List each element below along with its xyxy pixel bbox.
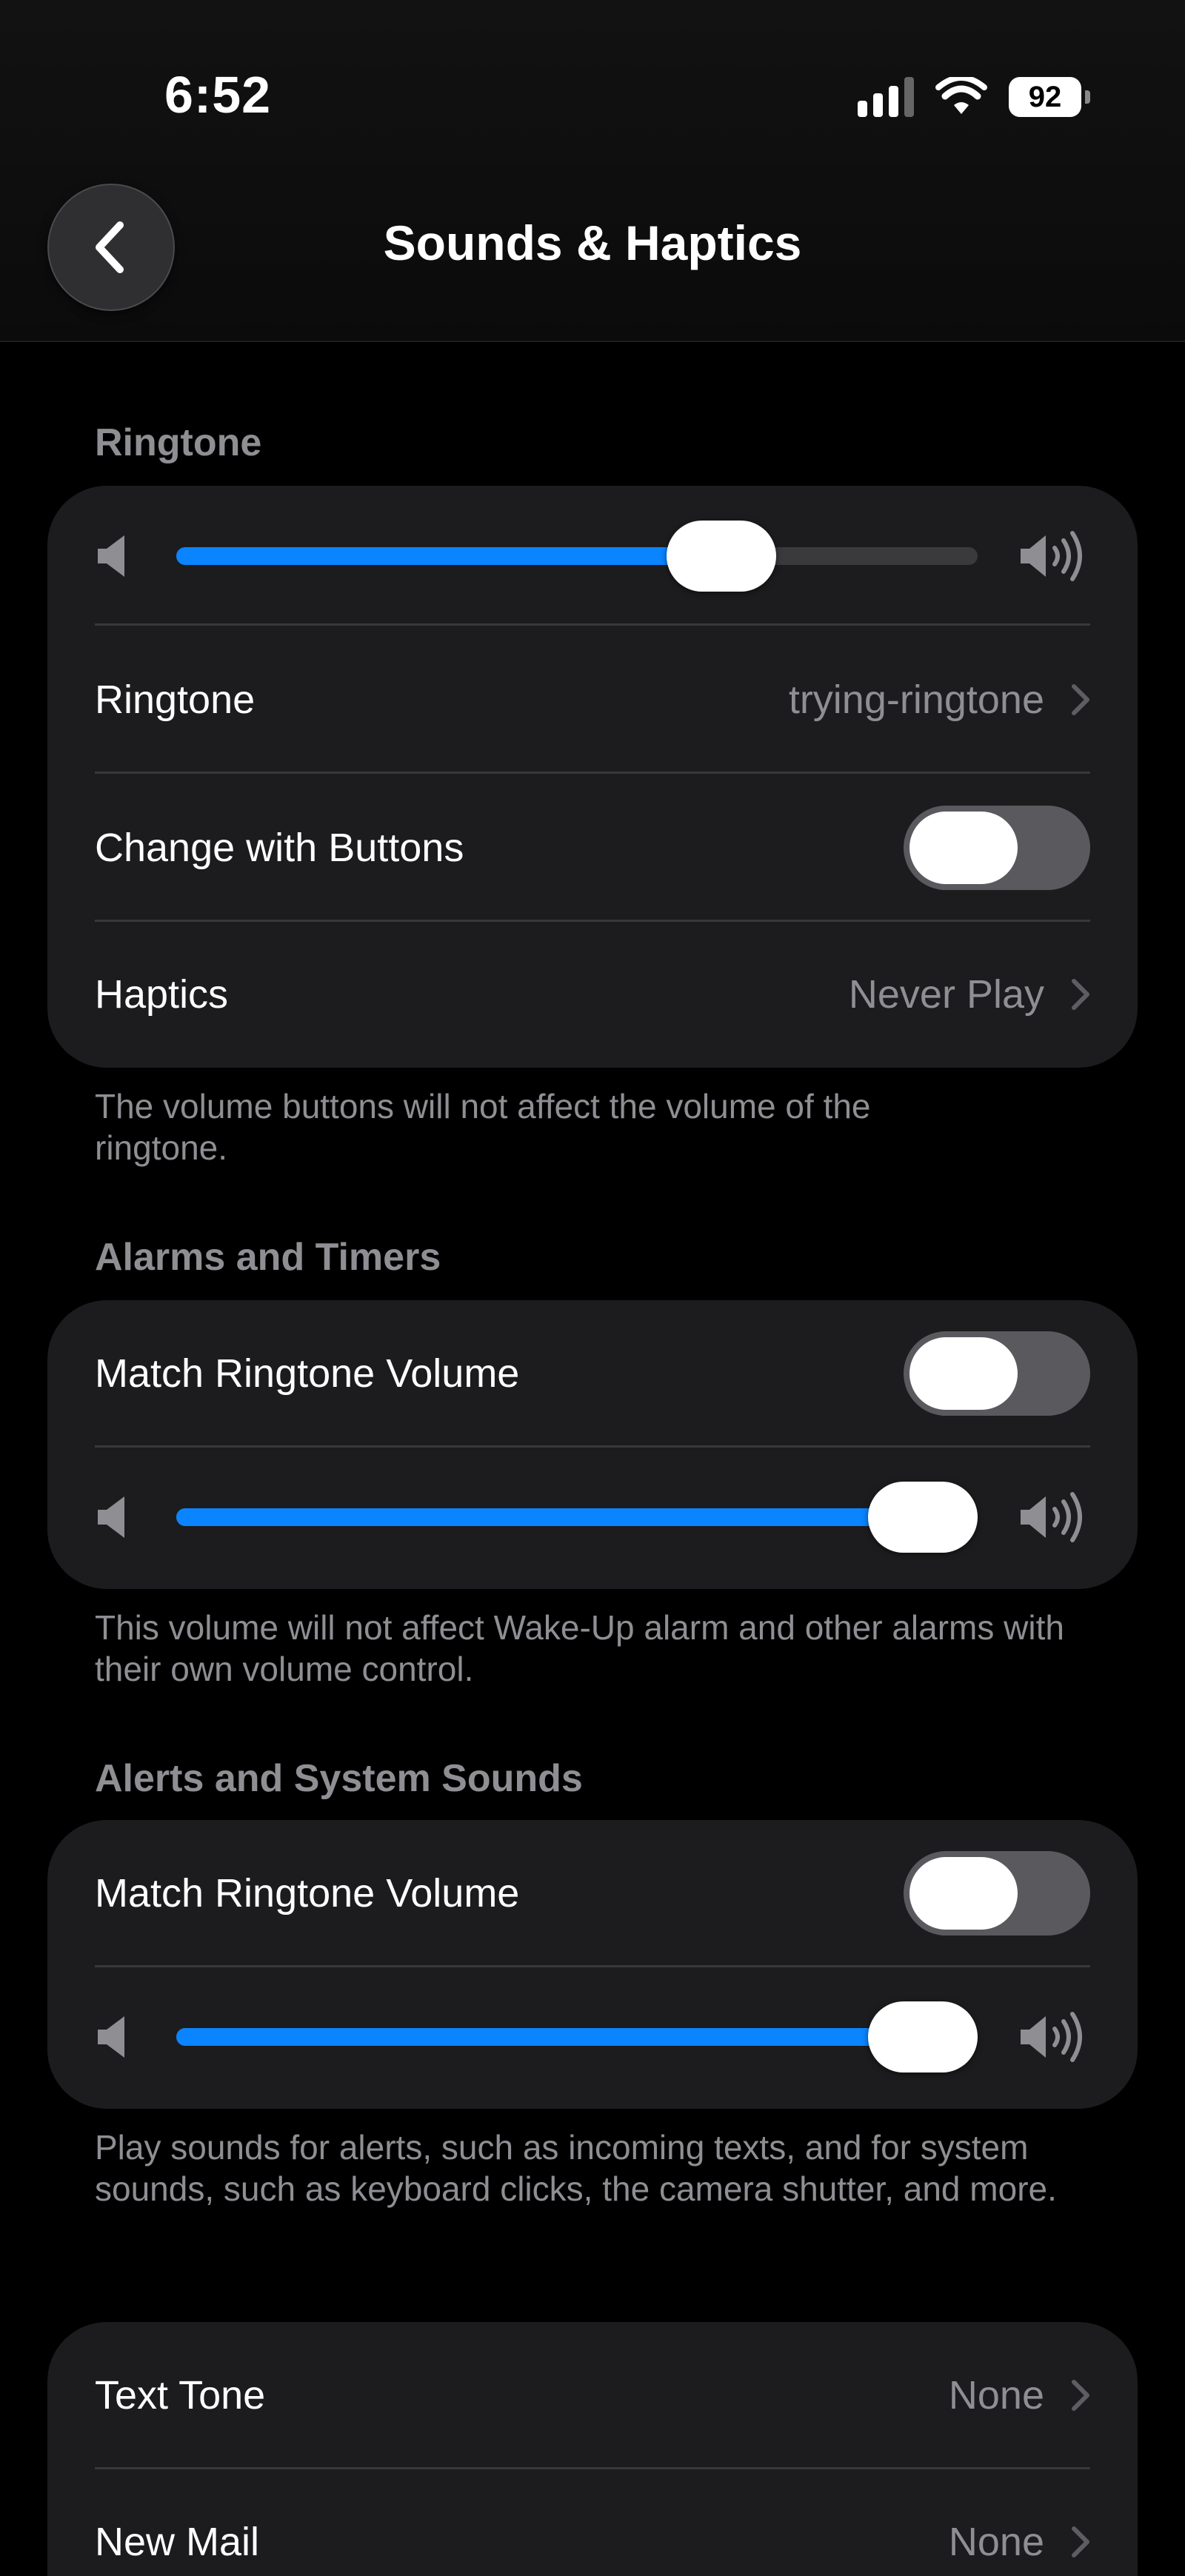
- haptics-row[interactable]: Haptics Never Play: [95, 921, 1090, 1068]
- toggle-thumb: [909, 812, 1018, 884]
- slider-fill: [176, 2028, 978, 2046]
- alarms-match-label: Match Ringtone Volume: [95, 1351, 520, 1396]
- text-tone-value: None: [948, 2373, 1044, 2418]
- speaker-low-icon: [98, 535, 124, 577]
- text-tone-row[interactable]: Text Tone None: [95, 2322, 1090, 2469]
- battery-icon: 92: [1009, 77, 1090, 117]
- status-time: 6:52: [164, 66, 272, 124]
- divider: [95, 772, 1090, 774]
- alerts-footer: Play sounds for alerts, such as incoming…: [95, 2128, 1057, 2208]
- ringtone-volume-slider[interactable]: [95, 486, 1090, 626]
- slider-fill: [176, 1508, 978, 1526]
- alarms-section-header: Alarms and Timers: [95, 1236, 441, 1279]
- chevron-right-icon: [1072, 2380, 1089, 2411]
- change-with-buttons-row: Change with Buttons: [95, 775, 1090, 921]
- toggle-thumb: [909, 1337, 1018, 1410]
- alerts-section-header: Alerts and System Sounds: [95, 1757, 583, 1800]
- ringtone-card: Ringtone trying-ringtone Change with But…: [47, 486, 1138, 1068]
- slider-track[interactable]: [176, 521, 978, 592]
- alerts-match-toggle[interactable]: [904, 1851, 1090, 1936]
- alarms-volume-slider[interactable]: [95, 1447, 1090, 1588]
- alarms-match-toggle[interactable]: [904, 1331, 1090, 1416]
- slider-knob[interactable]: [666, 521, 776, 592]
- cellular-signal-icon: [858, 77, 914, 117]
- ringtone-row[interactable]: Ringtone trying-ringtone: [95, 626, 1090, 773]
- chevron-right-icon: [1072, 684, 1089, 715]
- wifi-icon: [935, 77, 987, 114]
- chevron-right-icon: [1072, 2526, 1089, 2557]
- toggle-thumb: [909, 1857, 1018, 1930]
- new-mail-row[interactable]: New Mail None: [95, 2469, 1090, 2576]
- ringtone-value: trying-ringtone: [788, 678, 1044, 722]
- page-title: Sounds & Haptics: [383, 215, 802, 270]
- alerts-match-label: Match Ringtone Volume: [95, 1871, 520, 1916]
- slider-knob[interactable]: [868, 2001, 978, 2072]
- speaker-high-icon: [1021, 2012, 1082, 2062]
- status-icons: 92: [858, 71, 1090, 123]
- haptics-label: Haptics: [95, 972, 229, 1017]
- ringtone-section-header: Ringtone: [95, 421, 262, 464]
- alerts-card: Match Ringtone Volume: [47, 1820, 1138, 2109]
- speaker-high-icon: [1021, 531, 1082, 581]
- alarms-footer: This volume will not affect Wake-Up alar…: [95, 1608, 1064, 1688]
- alarms-match-row: Match Ringtone Volume: [95, 1300, 1090, 1447]
- slider-track[interactable]: [176, 2001, 978, 2072]
- tones-card: Text Tone None New Mail None: [47, 2322, 1138, 2576]
- alarms-card: Match Ringtone Volume: [47, 1300, 1138, 1589]
- new-mail-value: None: [948, 2520, 1044, 2564]
- navigation-bar: 6:52 92 Sounds & Haptics: [0, 0, 1185, 342]
- chevron-right-icon: [1072, 979, 1089, 1010]
- speaker-low-icon: [98, 2016, 124, 2058]
- change-with-buttons-toggle[interactable]: [904, 806, 1090, 890]
- haptics-value: Never Play: [848, 972, 1044, 1017]
- ringtone-label: Ringtone: [95, 678, 256, 722]
- speaker-low-icon: [98, 1496, 124, 1538]
- slider-knob[interactable]: [868, 1482, 978, 1553]
- battery-level: 92: [1028, 80, 1062, 113]
- slider-track[interactable]: [176, 1482, 978, 1553]
- divider: [95, 623, 1090, 626]
- slider-fill: [176, 547, 721, 565]
- alerts-match-row: Match Ringtone Volume: [95, 1820, 1090, 1967]
- text-tone-label: Text Tone: [95, 2373, 266, 2418]
- ringtone-footer: The volume buttons will not affect the v…: [95, 1087, 871, 1167]
- speaker-high-icon: [1021, 1492, 1082, 1542]
- change-with-buttons-label: Change with Buttons: [95, 826, 464, 870]
- alerts-volume-slider[interactable]: [95, 1967, 1090, 2107]
- sounds-haptics-screen: 6:52 92 Sounds & Haptics Ringtone Ringto…: [0, 0, 1185, 2576]
- new-mail-label: New Mail: [95, 2520, 260, 2564]
